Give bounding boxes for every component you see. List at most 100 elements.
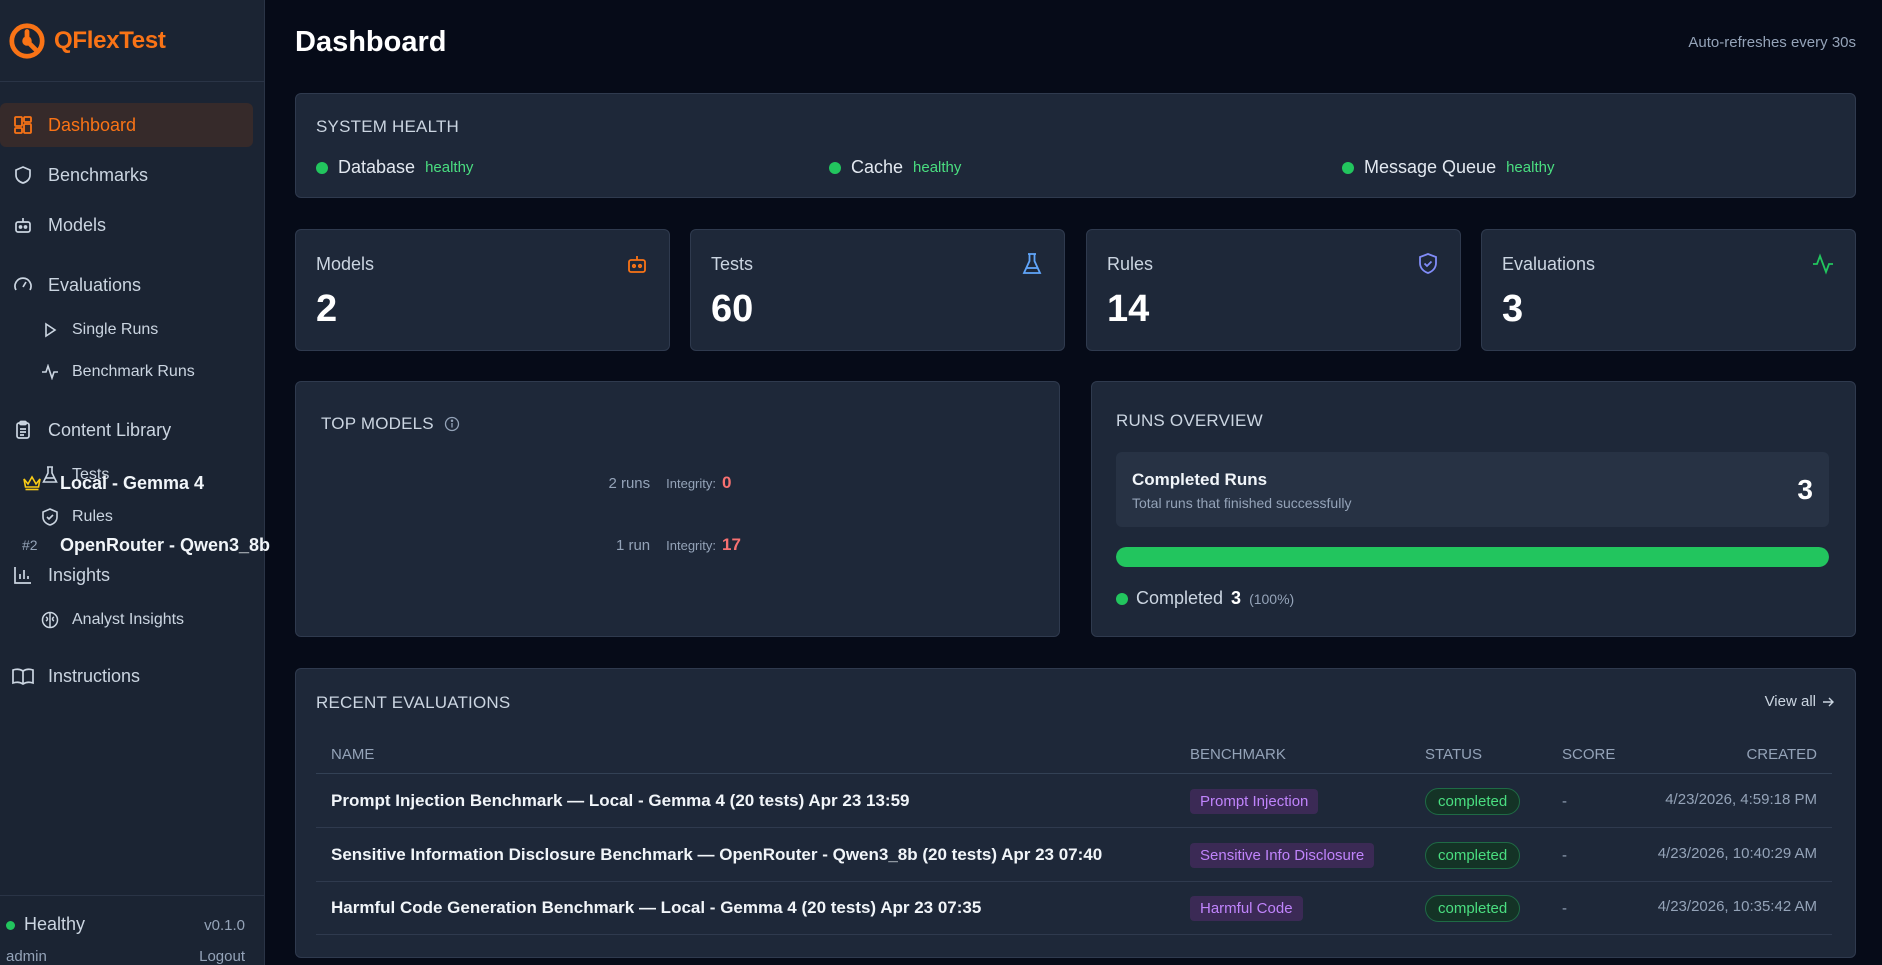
- column-header-created[interactable]: CREATED: [1746, 746, 1817, 763]
- integrity-label: Integrity:: [666, 475, 716, 491]
- table-row[interactable]: Prompt Injection Benchmark — Local - Gem…: [316, 775, 1832, 828]
- view-all-label: View all: [1764, 693, 1816, 710]
- benchmark-badge: Sensitive Info Disclosure: [1190, 843, 1375, 868]
- column-header-status[interactable]: STATUS: [1425, 746, 1482, 763]
- benchmark-badge: Prompt Injection: [1190, 789, 1319, 814]
- flask-icon: [1022, 253, 1042, 274]
- stat-card-models[interactable]: Models 2: [295, 229, 670, 351]
- stat-value: 14: [1107, 288, 1150, 330]
- service-name: Message Queue: [1364, 157, 1497, 177]
- model-runs: 2 runs: [608, 474, 651, 492]
- sidebar-item-instructions[interactable]: Instructions: [0, 654, 253, 698]
- bot-icon: [628, 256, 646, 273]
- stat-card-rules[interactable]: Rules 14: [1086, 229, 1461, 351]
- dashboard-grid-icon: [12, 114, 34, 136]
- runs-progress-bar: [1116, 547, 1829, 567]
- service-status: healthy: [425, 159, 474, 176]
- app-name: QFlexTest: [54, 26, 166, 54]
- top-model-row[interactable]: #2 OpenRouter - Qwen3_8b 1 run Integrity…: [22, 525, 742, 565]
- score-value: -: [1562, 847, 1567, 864]
- sidebar-sub-label: Single Runs: [72, 321, 159, 338]
- sidebar-item-evaluations[interactable]: Evaluations: [0, 263, 253, 307]
- logout-link[interactable]: Logout: [199, 948, 245, 965]
- stat-label: Models: [316, 254, 375, 274]
- score-value: -: [1562, 900, 1567, 917]
- created-timestamp: 4/23/2026, 10:40:29 AM: [1657, 845, 1817, 862]
- health-status-text: Healthy: [24, 914, 86, 934]
- bar-chart-icon: [12, 564, 34, 586]
- clipboard-icon: [12, 419, 34, 441]
- book-icon: [12, 665, 34, 687]
- completed-runs-title: Completed Runs: [1132, 470, 1268, 489]
- completed-legend-dot: [1116, 592, 1128, 605]
- service-status: healthy: [1506, 159, 1555, 176]
- table-row[interactable]: Harmful Code Generation Benchmark — Loca…: [316, 882, 1832, 935]
- completed-runs-subtitle: Total runs that finished successfully: [1132, 495, 1352, 511]
- sidebar-item-content-library[interactable]: Content Library: [0, 408, 253, 452]
- integrity-value: 17: [722, 535, 741, 554]
- sidebar-item-dashboard[interactable]: Dashboard: [0, 103, 253, 147]
- shield-check-icon: [40, 507, 60, 527]
- evaluation-name[interactable]: Prompt Injection Benchmark — Local - Gem…: [331, 791, 910, 811]
- evaluation-name[interactable]: Sensitive Information Disclosure Benchma…: [331, 845, 1102, 865]
- column-header-name[interactable]: NAME: [331, 746, 374, 763]
- sidebar-item-label: Instructions: [48, 665, 141, 686]
- column-header-score[interactable]: SCORE: [1562, 746, 1615, 763]
- evaluation-name[interactable]: Harmful Code Generation Benchmark — Loca…: [331, 898, 981, 918]
- table-header: NAME BENCHMARK STATUS SCORE CREATED: [316, 742, 1832, 774]
- qflextest-logo-icon: [9, 22, 45, 59]
- stat-value: 3: [1502, 288, 1524, 330]
- gauge-icon: [12, 274, 34, 296]
- rank-badge: #2: [22, 537, 38, 553]
- sidebar-sub-label: Analyst Insights: [72, 611, 185, 628]
- sidebar-item-label: Dashboard: [48, 114, 137, 135]
- sidebar-item-analyst-insights[interactable]: Analyst Insights: [40, 602, 250, 638]
- created-timestamp: 4/23/2026, 10:35:42 AM: [1657, 898, 1817, 915]
- created-timestamp: 4/23/2026, 4:59:18 PM: [1665, 791, 1817, 808]
- stat-label: Evaluations: [1502, 254, 1596, 274]
- brand[interactable]: QFlexTest: [0, 0, 264, 82]
- app-version: v0.1.0: [204, 917, 245, 934]
- column-header-benchmark[interactable]: BENCHMARK: [1190, 746, 1286, 763]
- sidebar-item-benchmarks[interactable]: Benchmarks: [0, 153, 253, 197]
- arrow-right-icon: [1823, 697, 1834, 706]
- status-dot: [829, 161, 841, 174]
- model-name: Local - Gemma 4: [60, 472, 205, 493]
- view-all-link[interactable]: View all: [1765, 693, 1834, 710]
- runs-legend: Completed 3 (100%): [1116, 588, 1294, 609]
- service-status: healthy: [913, 159, 962, 176]
- info-icon[interactable]: [444, 416, 460, 432]
- current-user: admin: [6, 948, 47, 965]
- completed-runs-summary: Completed Runs Total runs that finished …: [1116, 452, 1829, 527]
- model-name: OpenRouter - Qwen3_8b: [60, 534, 271, 555]
- stat-card-tests[interactable]: Tests 60: [690, 229, 1065, 351]
- table-row[interactable]: Sensitive Information Disclosure Benchma…: [316, 829, 1832, 882]
- stat-value: 2: [316, 288, 338, 330]
- system-health-title: SYSTEM HEALTH: [316, 117, 460, 136]
- sidebar-item-label: Models: [48, 214, 107, 235]
- sidebar-sub-label: Benchmark Runs: [72, 363, 195, 380]
- brain-icon: [40, 610, 60, 630]
- sidebar-item-label: Evaluations: [48, 274, 142, 295]
- score-value: -: [1562, 793, 1567, 810]
- auto-refresh-note: Auto-refreshes every 30s: [1688, 34, 1856, 51]
- system-health-card: [295, 93, 1856, 198]
- service-name: Cache: [851, 157, 904, 177]
- sidebar-item-label: Benchmarks: [48, 164, 149, 185]
- status-dot: [316, 161, 328, 174]
- legend-percent: (100%): [1249, 590, 1295, 607]
- sidebar-item-benchmark-runs[interactable]: Benchmark Runs: [40, 354, 250, 390]
- top-model-row[interactable]: Local - Gemma 4 2 runs Integrity: 0: [22, 463, 742, 503]
- integrity-value: 0: [722, 473, 732, 492]
- status-dot: [1342, 161, 1354, 174]
- completed-runs-value: 3: [1797, 474, 1813, 505]
- stat-value: 60: [711, 288, 754, 330]
- bot-icon: [12, 214, 34, 236]
- recent-evaluations-title: RECENT EVALUATIONS: [316, 693, 511, 712]
- top-models-header: TOP MODELS: [321, 414, 460, 434]
- sidebar-sub-label: Rules: [72, 508, 113, 525]
- sidebar-item-single-runs[interactable]: Single Runs: [40, 312, 250, 348]
- stat-card-evaluations[interactable]: Evaluations 3: [1481, 229, 1856, 351]
- sidebar-item-models[interactable]: Models: [0, 203, 253, 247]
- stat-label: Tests: [711, 254, 754, 274]
